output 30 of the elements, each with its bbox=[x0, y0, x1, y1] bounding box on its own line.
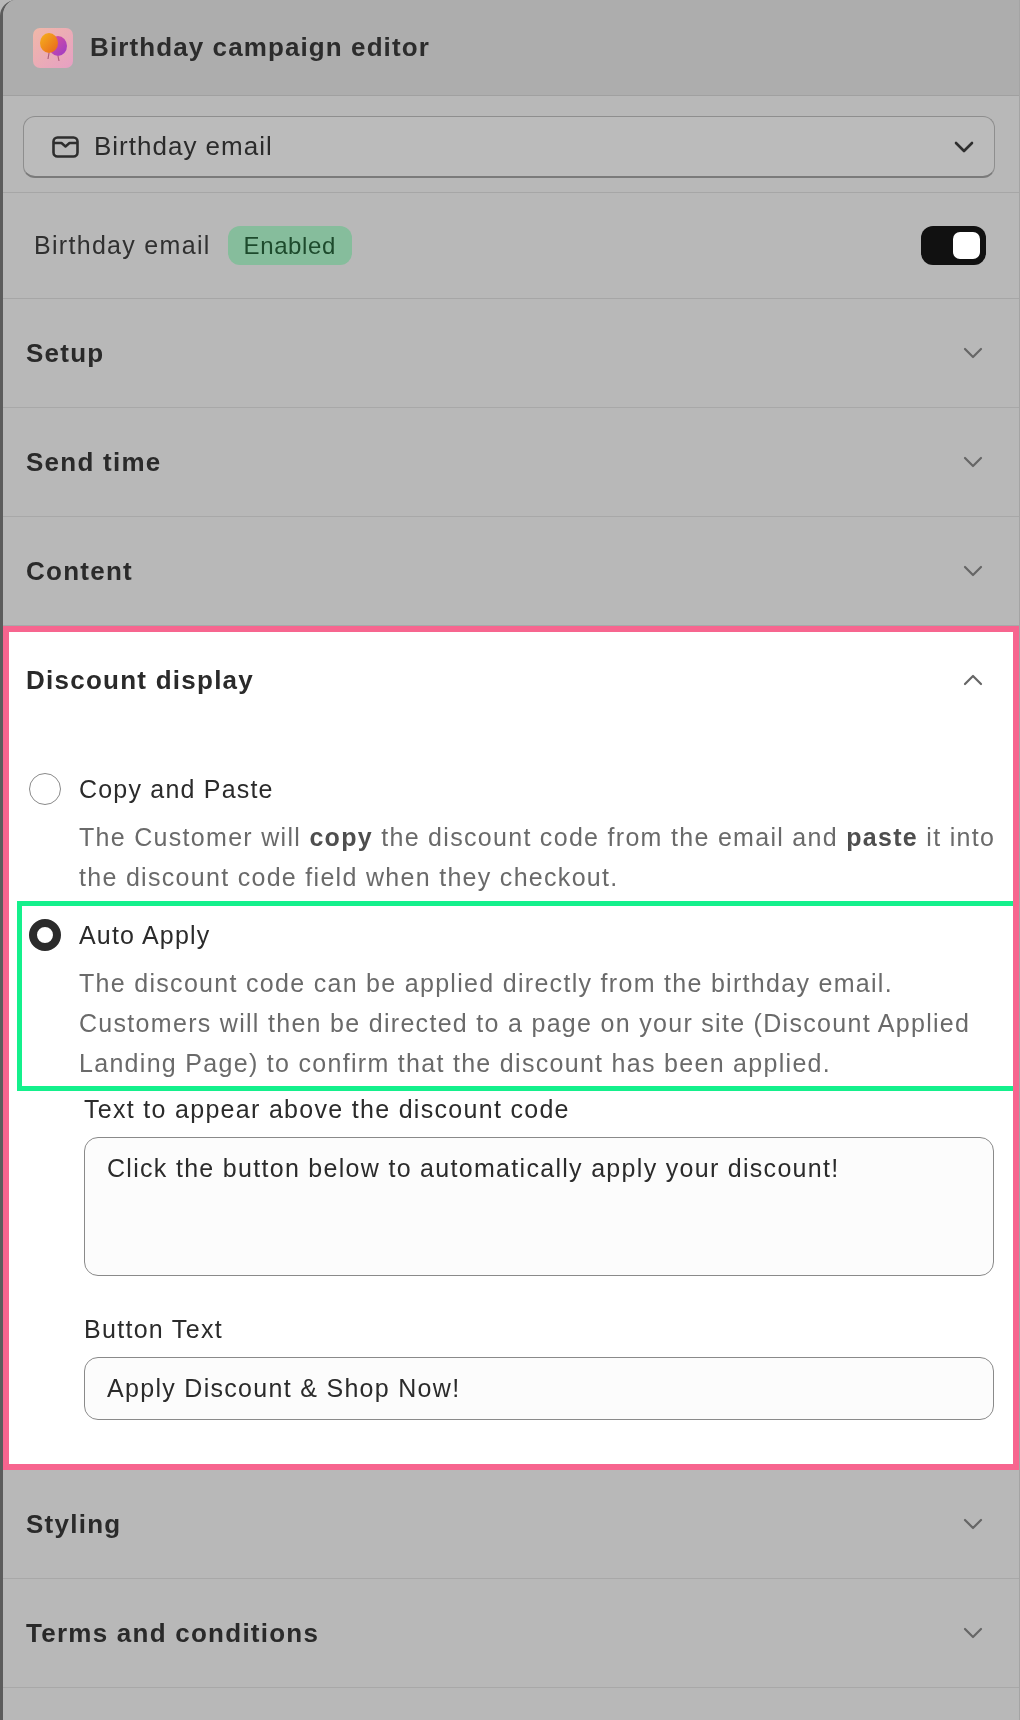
radio-button[interactable] bbox=[29, 919, 61, 951]
chevron-down-icon bbox=[963, 565, 983, 577]
field-label: Button Text bbox=[84, 1314, 224, 1344]
field-label: Text to appear above the discount code bbox=[84, 1094, 571, 1124]
chevron-up-icon bbox=[963, 674, 983, 686]
chevron-down-icon bbox=[963, 456, 983, 468]
envelope-icon bbox=[52, 135, 79, 158]
balloons-icon bbox=[33, 27, 73, 68]
status-label: Birthday email bbox=[34, 231, 211, 260]
chevron-down-icon bbox=[963, 347, 983, 359]
editor-title: Birthday campaign editor bbox=[90, 32, 430, 63]
option-description: The discount code can be applied directly from the birthday email. Customers will then be directed to a page on your site (Discount Applied Landing Page) to confirm that the discount has been applied. bbox=[79, 968, 972, 1079]
toggle-switch[interactable] bbox=[921, 226, 986, 265]
section-header[interactable]: Setup bbox=[3, 299, 1019, 407]
section-header[interactable]: Discount display bbox=[3, 626, 1019, 734]
section-header[interactable]: Styling bbox=[3, 1470, 1019, 1578]
campaign-select[interactable]: Birthday email bbox=[23, 116, 995, 178]
radio-button[interactable] bbox=[29, 773, 61, 805]
section-header[interactable]: Send time bbox=[3, 408, 1019, 516]
option-description: The Customer will copy the discount code from the email and paste it into the discount code field when they checkout. bbox=[79, 822, 997, 893]
section-header[interactable]: Terms and conditions bbox=[3, 1579, 1019, 1687]
section-header[interactable]: Content bbox=[3, 517, 1019, 625]
option-label: Auto Apply bbox=[79, 920, 212, 951]
option-label: Copy and Paste bbox=[79, 774, 275, 805]
status-badge: Enabled bbox=[227, 226, 352, 265]
text-area[interactable]: Click the button below to automatically apply your discount! bbox=[84, 1137, 994, 1276]
chevron-down-icon bbox=[963, 1518, 983, 1530]
text-input[interactable]: Apply Discount & Shop Now! bbox=[84, 1357, 994, 1420]
chevron-down-icon bbox=[954, 140, 974, 153]
chevron-down-icon bbox=[963, 1627, 983, 1639]
